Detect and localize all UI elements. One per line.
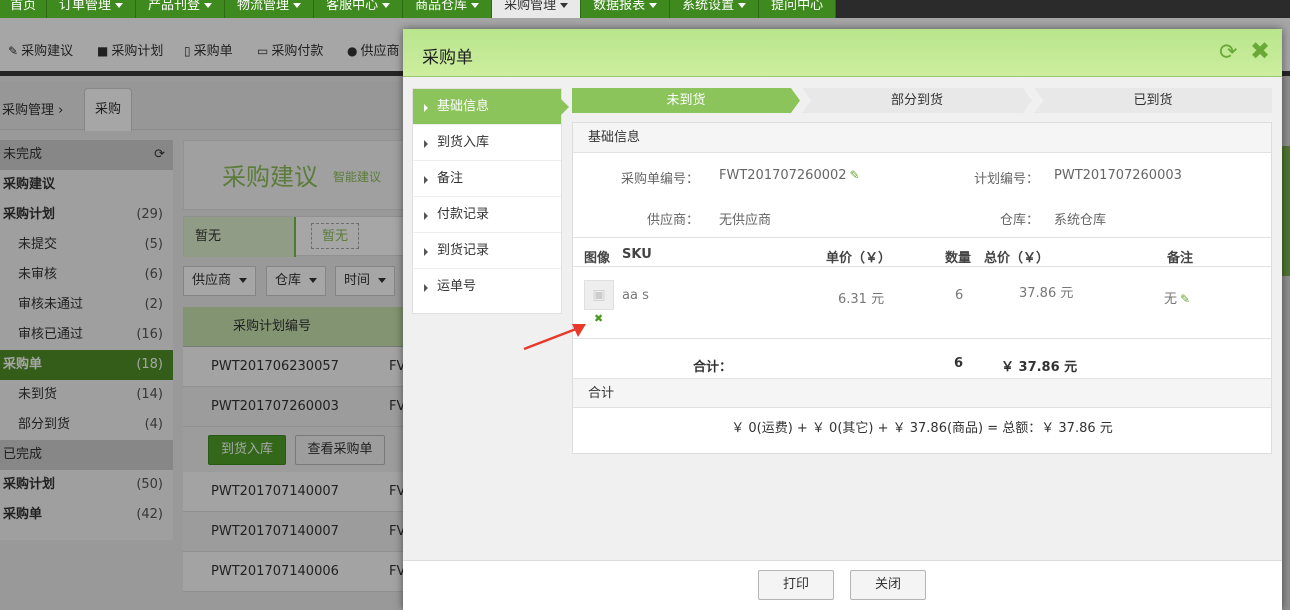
edit-icon[interactable]: ✎ bbox=[1180, 292, 1190, 306]
menu-item-receive[interactable]: 到货入库 bbox=[413, 125, 561, 161]
plan-no-label: 计划编号： bbox=[973, 172, 1039, 187]
col-remark: 备注 bbox=[1167, 251, 1194, 266]
col-sku: SKU bbox=[622, 247, 652, 262]
modal-footer: 打印 关闭 bbox=[403, 560, 1282, 610]
delete-icon[interactable]: ✖ bbox=[594, 312, 603, 325]
print-button[interactable]: 打印 bbox=[758, 570, 834, 600]
caret-down-icon bbox=[738, 3, 747, 8]
order-no-value: FWT201707260002 ✎ bbox=[719, 168, 860, 183]
top-nav: 首页 订单管理 产品刊登 物流管理 客服中心 商品仓库 采购管理 数据报表 系统设置 提问中心 bbox=[0, 0, 1290, 18]
sum-qty: 6 bbox=[954, 356, 964, 371]
col-image: 图像 bbox=[584, 251, 611, 266]
item-qty: 6 bbox=[955, 288, 964, 303]
section-header-total: 合计 bbox=[573, 378, 1271, 408]
menu-item-remark[interactable]: 备注 bbox=[413, 161, 561, 197]
nav-item[interactable]: 采购管理 bbox=[492, 0, 582, 18]
caret-down-icon bbox=[560, 3, 569, 8]
nav-item[interactable]: 客服中心 bbox=[314, 0, 404, 18]
caret-down-icon bbox=[382, 3, 391, 8]
close-button[interactable]: 关闭 bbox=[850, 570, 926, 600]
order-no-label: 采购单编号： bbox=[620, 172, 699, 187]
item-unit-price: 6.31 元 bbox=[838, 292, 885, 307]
menu-item-basic-info[interactable]: 基础信息 bbox=[413, 89, 569, 125]
nav-item[interactable]: 系统设置 bbox=[670, 0, 760, 18]
nav-item[interactable]: 首页 bbox=[0, 0, 48, 18]
caret-down-icon bbox=[649, 3, 658, 8]
section-header-basic: 基础信息 bbox=[573, 123, 1271, 153]
nav-item[interactable]: 订单管理 bbox=[47, 0, 137, 18]
item-total: 37.86 元 bbox=[1019, 286, 1074, 301]
nav-item[interactable]: 提问中心 bbox=[759, 0, 837, 18]
col-total: 总价（￥） bbox=[984, 251, 1050, 266]
basic-info-panel: 基础信息 采购单编号： FWT201707260002 ✎ 计划编号： PWT20… bbox=[572, 122, 1272, 454]
supplier-label: 供应商： bbox=[646, 213, 699, 228]
step-arrived: 已到货 bbox=[1034, 88, 1272, 113]
menu-item-payment-records[interactable]: 付款记录 bbox=[413, 197, 561, 233]
refresh-icon[interactable]: ⟳ bbox=[1219, 40, 1237, 65]
nav-item[interactable]: 数据报表 bbox=[581, 0, 671, 18]
product-image-placeholder[interactable]: ▣ bbox=[584, 280, 614, 310]
supplier-value: 无供应商 bbox=[719, 213, 772, 228]
item-sku: aa s bbox=[622, 288, 649, 303]
caret-down-icon bbox=[471, 3, 480, 8]
edit-icon[interactable]: ✎ bbox=[850, 168, 860, 182]
sum-label: 合计： bbox=[693, 360, 733, 375]
close-icon[interactable]: ✖ bbox=[1250, 37, 1270, 65]
menu-item-arrival-records[interactable]: 到货记录 bbox=[413, 233, 561, 269]
sum-total: ￥ 37.86 元 bbox=[1001, 360, 1078, 375]
menu-item-waybill[interactable]: 运单号 bbox=[413, 269, 561, 305]
col-qty: 数量 bbox=[945, 251, 972, 266]
step-partial-arrived: 部分到货 bbox=[802, 88, 1032, 113]
caret-down-icon bbox=[204, 3, 213, 8]
col-unit-price: 单价（￥） bbox=[826, 251, 892, 266]
nav-item[interactable]: 产品刊登 bbox=[136, 0, 226, 18]
caret-down-icon bbox=[293, 3, 302, 8]
nav-item[interactable]: 商品仓库 bbox=[403, 0, 493, 18]
modal-header: 采购单 ⟳ ✖ bbox=[403, 29, 1282, 77]
warehouse-label: 仓库： bbox=[999, 213, 1039, 228]
nav-item[interactable]: 物流管理 bbox=[225, 0, 315, 18]
step-not-arrived: 未到货 bbox=[572, 88, 800, 113]
warehouse-value: 系统仓库 bbox=[1054, 213, 1107, 228]
item-remark: 无 ✎ bbox=[1164, 292, 1191, 307]
grand-total-line: ￥ 0(运费) + ￥ 0(其它) + ￥ 37.86(商品) = 总额：￥ 3… bbox=[731, 421, 1113, 436]
modal-title: 采购单 bbox=[422, 48, 473, 68]
plan-no-value: PWT201707260003 bbox=[1054, 168, 1182, 183]
sum-row: 合计： 6 ￥ 37.86 元 bbox=[573, 338, 1271, 382]
caret-down-icon bbox=[115, 3, 124, 8]
annotation-arrow bbox=[523, 324, 586, 351]
status-steps: 未到货 部分到货 已到货 bbox=[572, 88, 1272, 113]
modal-side-menu: 基础信息 到货入库 备注 付款记录 到货记录 运单号 bbox=[412, 88, 569, 314]
